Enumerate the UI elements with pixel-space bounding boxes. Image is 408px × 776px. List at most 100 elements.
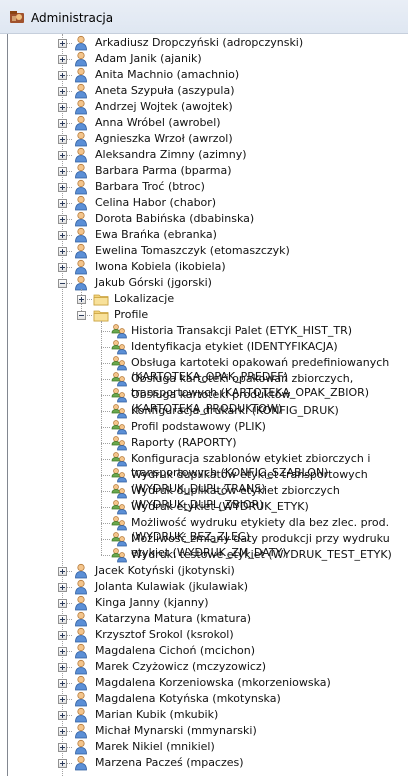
user-label[interactable]: Jacek Kotyński (jkotynski) <box>95 564 235 578</box>
profile-item[interactable]: Konfiguracja drukarki (KONFIG_DRUK) <box>131 404 339 418</box>
tree-guide-line <box>101 331 110 332</box>
user-icon <box>73 595 89 611</box>
expand-icon[interactable] <box>58 135 67 144</box>
tree-guide-line <box>101 507 110 508</box>
user-label[interactable]: Michał Mynarski (mmynarski) <box>95 724 257 738</box>
user-icon <box>73 259 89 275</box>
user-label[interactable]: Anita Machnio (amachnio) <box>95 68 239 82</box>
expand-icon[interactable] <box>58 39 67 48</box>
user-icon <box>73 243 89 259</box>
expand-icon[interactable] <box>58 663 67 672</box>
expand-icon[interactable] <box>58 151 67 160</box>
expand-icon[interactable] <box>58 695 67 704</box>
user-label[interactable]: Agnieszka Wrzoł (awrzol) <box>95 132 233 146</box>
user-label[interactable]: Arkadiusz Dropczyński (adropczynski) <box>95 36 303 50</box>
tree-guide-line <box>101 347 110 348</box>
user-label[interactable]: Ewelina Tomaszczyk (etomaszczyk) <box>95 244 290 258</box>
expand-icon[interactable] <box>58 231 67 240</box>
user-label[interactable]: Marzena Pacześ (mpaczes) <box>95 756 244 770</box>
profile-icon <box>111 451 127 467</box>
collapse-icon[interactable] <box>77 311 86 320</box>
expand-icon[interactable] <box>58 55 67 64</box>
user-label[interactable]: Barbara Parma (bparma) <box>95 164 232 178</box>
user-label[interactable]: Jolanta Kulawiak (jkulawiak) <box>95 580 248 594</box>
user-label[interactable]: Anna Wróbel (awrobel) <box>95 116 221 130</box>
expand-icon[interactable] <box>58 679 67 688</box>
tree-guide-line <box>101 523 110 524</box>
profile-icon <box>111 499 127 515</box>
expand-icon[interactable] <box>58 247 67 256</box>
profile-icon <box>111 547 127 563</box>
user-label[interactable]: Jakub Górski (jgorski) <box>95 276 212 290</box>
user-label[interactable]: Marian Kubik (mkubik) <box>95 708 218 722</box>
tree-node-profile[interactable]: Profile <box>114 308 148 322</box>
expand-icon[interactable] <box>58 263 67 272</box>
expand-icon[interactable] <box>58 87 67 96</box>
profile-icon <box>111 515 127 531</box>
tree-node-lokalizacje[interactable]: Lokalizacje <box>114 292 174 306</box>
user-label[interactable]: Barbara Troć (btroc) <box>95 180 205 194</box>
user-label[interactable]: Celina Habor (chabor) <box>95 196 216 210</box>
user-label[interactable]: Ewa Brańka (ebranka) <box>95 228 217 242</box>
profile-item[interactable]: Raporty (RAPORTY) <box>131 436 237 450</box>
tree-guide-line <box>101 321 102 555</box>
user-label[interactable]: Magdalena Kotyńska (mkotynska) <box>95 692 281 706</box>
tree-guide-line <box>101 491 110 492</box>
expand-icon[interactable] <box>58 631 67 640</box>
expand-icon[interactable] <box>58 711 67 720</box>
expand-icon[interactable] <box>58 183 67 192</box>
user-icon <box>73 227 89 243</box>
user-icon <box>73 163 89 179</box>
expand-icon[interactable] <box>58 615 67 624</box>
profile-item[interactable]: Profil podstawowy (PLIK) <box>131 420 266 434</box>
expand-icon[interactable] <box>58 599 67 608</box>
user-icon <box>73 643 89 659</box>
expand-icon[interactable] <box>58 583 67 592</box>
user-tree[interactable]: Arkadiusz Dropczyński (adropczynski) Adam… <box>8 34 408 776</box>
user-icon <box>73 115 89 131</box>
user-label[interactable]: Aleksandra Zimny (azimny) <box>95 148 247 162</box>
user-icon <box>73 147 89 163</box>
expand-icon[interactable] <box>58 647 67 656</box>
user-label[interactable]: Dorota Babińska (dbabinska) <box>95 212 254 226</box>
tree-guide-line <box>101 475 110 476</box>
tree-guide-line <box>101 443 110 444</box>
profile-item[interactable]: Wydruk etykiet (WYDRUK_ETYK) <box>131 500 309 514</box>
user-icon <box>73 179 89 195</box>
user-label[interactable]: Adam Janik (ajanik) <box>95 52 202 66</box>
user-label[interactable]: Kinga Janny (kjanny) <box>95 596 209 610</box>
profile-item[interactable]: Wydruki testowe etykiet (WYDRUK_TEST_ETY… <box>131 548 392 562</box>
expand-icon[interactable] <box>58 167 67 176</box>
user-icon <box>73 99 89 115</box>
user-icon <box>73 659 89 675</box>
tree-view[interactable]: Arkadiusz Dropczyński (adropczynski) Adam… <box>7 34 408 776</box>
expand-icon[interactable] <box>58 567 67 576</box>
user-label[interactable]: Marek Nikiel (mnikiel) <box>95 740 215 754</box>
tree-guide-line <box>101 379 110 380</box>
user-label[interactable]: Krzysztof Srokol (ksrokol) <box>95 628 234 642</box>
folder-icon <box>93 291 109 307</box>
window-title: Administracja <box>31 11 114 25</box>
expand-icon[interactable] <box>58 727 67 736</box>
expand-icon[interactable] <box>58 71 67 80</box>
expand-icon[interactable] <box>77 295 86 304</box>
user-label[interactable]: Andrzej Wojtek (awojtek) <box>95 100 233 114</box>
collapse-icon[interactable] <box>58 279 67 288</box>
user-label[interactable]: Aneta Szypuła (aszypula) <box>95 84 235 98</box>
expand-icon[interactable] <box>58 119 67 128</box>
user-label[interactable]: Iwona Kobiela (ikobiela) <box>95 260 226 274</box>
expand-icon[interactable] <box>58 759 67 768</box>
user-label[interactable]: Marek Czyżowicz (mczyzowicz) <box>95 660 266 674</box>
expand-icon[interactable] <box>58 103 67 112</box>
profile-icon <box>111 435 127 451</box>
expand-icon[interactable] <box>58 743 67 752</box>
profile-item[interactable]: Historia Transakcji Palet (ETYK_HIST_TR) <box>131 324 352 338</box>
app-icon <box>10 11 24 23</box>
user-label[interactable]: Magdalena Cichoń (mcichon) <box>95 644 255 658</box>
user-label[interactable]: Magdalena Korzeniowska (mkorzeniowska) <box>95 676 331 690</box>
expand-icon[interactable] <box>58 215 67 224</box>
tree-guide-line <box>101 395 110 396</box>
user-label[interactable]: Katarzyna Matura (kmatura) <box>95 612 251 626</box>
expand-icon[interactable] <box>58 199 67 208</box>
profile-item[interactable]: Identyfikacja etykiet (IDENTYFIKACJA) <box>131 340 338 354</box>
